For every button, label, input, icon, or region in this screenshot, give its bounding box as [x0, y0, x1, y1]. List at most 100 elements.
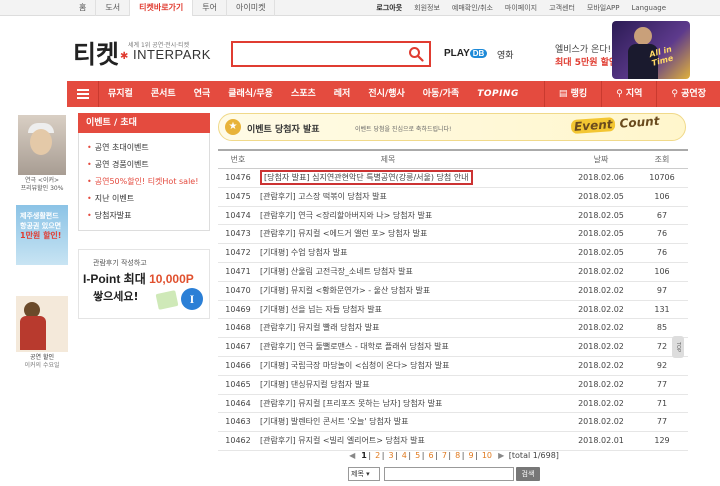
row-title-link[interactable]: [관람후기] 뮤지컬 빨래 당첨자 발표 — [260, 319, 560, 338]
table-row[interactable]: 10471 [기대평] 산울림 고전극장_소네트 당첨자 발표 2018.02.… — [218, 263, 688, 282]
row-title-link[interactable]: [관람후기] 고스장 떡볶이 당첨자 발표 — [260, 188, 560, 207]
nav-classic-dance[interactable]: 클래식/무용 — [219, 81, 282, 107]
nav-leisure[interactable]: 레저 — [325, 81, 360, 107]
page-link[interactable]: 2 — [375, 451, 380, 460]
member-info-link[interactable]: 회원정보 — [408, 0, 446, 16]
search-icon[interactable] — [408, 46, 424, 62]
row-title-link[interactable]: [기대평] 국립극장 마당놀이 <심청이 온다> 당첨자 발표 — [260, 357, 560, 376]
event-menu-item-hot[interactable]: • 공연50%할인! 티켓Hot sale! — [87, 173, 201, 190]
board-search-input[interactable] — [384, 467, 514, 481]
language-select[interactable]: Language — [625, 0, 672, 16]
table-row[interactable]: 10469 [기대평] 선을 넘는 자들 당첨자 발표 2018.02.02 1… — [218, 301, 688, 320]
row-title-link[interactable]: [관람후기] 연극 둘뻘로맨스 - 대학로 플래쉬 당첨자 발표 — [260, 338, 560, 357]
nav-ranking[interactable]: ▤ 랭킹 — [543, 81, 601, 107]
ticket-logo[interactable]: 티켓 — [73, 35, 119, 71]
table-row[interactable]: 10467 [관람후기] 연극 둘뻘로맨스 - 대학로 플래쉬 당첨자 발표 2… — [218, 338, 688, 357]
table-row[interactable]: 10466 [기대평] 국립극장 마당놀이 <심청이 온다> 당첨자 발표 20… — [218, 357, 688, 376]
row-title-link[interactable]: [기대평] 뮤지컬 <황화문연가> - 울산 당첨자 발표 — [260, 282, 560, 301]
row-title-link[interactable]: [기대평] 산울림 고전극장_소네트 당첨자 발표 — [260, 263, 560, 282]
table-row[interactable]: 10462 [관람후기] 뮤지컬 <빌리 엘리어트> 당첨자 발표 2018.0… — [218, 432, 688, 451]
jeju-banner[interactable]: 제주생활편드 항공권 있으면 1만원 할인! — [14, 205, 70, 265]
promo-line2: 최대 5만원 할인 — [555, 58, 618, 68]
tab-books[interactable]: 도서 — [96, 0, 131, 16]
table-row[interactable]: 10465 [기대평] 댄싱뮤지컬 당첨자 발표 2018.02.02 77 — [218, 376, 688, 395]
ipoint-banner[interactable]: 관람후기 작성하고 I-Point 최대 10,000P 쌓으세요! I — [78, 249, 210, 319]
ipoint-line2: I-Point 최대 10,000P — [83, 272, 194, 286]
chevron-down-icon: ▾ — [366, 470, 370, 478]
nav-region[interactable]: ⚲ 지역 — [601, 81, 656, 107]
table-row[interactable]: 10473 [관람후기] 뮤지컬 <에드거 앨런 포> 당첨자 발표 2018.… — [218, 225, 688, 245]
logout-link[interactable]: 로그아웃 — [370, 0, 408, 16]
event-menu-item[interactable]: • 공연 초대이벤트 — [87, 139, 201, 156]
event-menu-item[interactable]: • 지난 이벤트 — [87, 190, 201, 207]
play-banner-image — [18, 115, 66, 175]
nav-toping[interactable]: TOPING — [468, 81, 528, 107]
highlighted-title-link: [당첨자 발표] 심지연관현악단 특별공연(강릉/서울) 당첨 안내 — [260, 170, 473, 185]
playdb-link[interactable]: PLAY DB — [444, 48, 488, 59]
interpark-logo[interactable]: ✱ INTERPARK — [120, 47, 211, 62]
table-row[interactable]: 10463 [기대평] 발렌타인 콘서트 '오늘' 당첨자 발표 2018.02… — [218, 413, 688, 433]
table-row[interactable]: 10472 [기대평] 수업 당첨자 발표 2018.02.05 76 — [218, 244, 688, 263]
nav-categories: 뮤지컬 콘서트 연극 클래식/무용 스포츠 레저 전시/행사 아동/가족 TOP… — [99, 81, 528, 107]
nav-venue[interactable]: ⚲ 공연장 — [656, 81, 720, 107]
page-link[interactable]: 1 — [361, 451, 367, 460]
row-title-link[interactable]: [기대평] 수업 당첨자 발표 — [260, 244, 560, 263]
nav-concert[interactable]: 콘서트 — [142, 81, 185, 107]
row-title-link[interactable]: [기대평] 댄싱뮤지컬 당첨자 발표 — [260, 376, 560, 395]
page-link[interactable]: 7 — [442, 451, 447, 460]
row-title-link[interactable]: [기대평] 선을 넘는 자들 당첨자 발표 — [260, 301, 560, 320]
nav-sports[interactable]: 스포츠 — [282, 81, 325, 107]
discount-banner-image — [16, 296, 68, 352]
scroll-top-button[interactable]: TOP — [672, 336, 684, 358]
page-link[interactable]: 10 — [482, 451, 492, 460]
row-title-link[interactable]: [관람후기] 뮤지컬 [프리포즈 못하는 남자] 당첨자 발표 — [260, 395, 560, 414]
table-row[interactable]: 10474 [관람후기] 연극 <장리할아버지와 나> 당첨자 발표 2018.… — [218, 207, 688, 226]
play-banner[interactable]: 연극 <이커> 프리뷰할인 30% — [14, 115, 70, 193]
page-link[interactable]: 6 — [428, 451, 433, 460]
table-row[interactable]: 10468 [관람후기] 뮤지컬 빨래 당첨자 발표 2018.02.02 85 — [218, 319, 688, 339]
movie-link[interactable]: 영화 — [497, 48, 514, 61]
hamburger-menu-icon[interactable] — [67, 81, 99, 107]
promo-text[interactable]: 엘비스가 온다! 최대 5만원 할인 — [555, 44, 617, 70]
page-link[interactable]: 4 — [402, 451, 407, 460]
mobile-app-link[interactable]: 모바일APP — [581, 0, 626, 16]
winner-icon: ★ — [225, 119, 241, 135]
table-row[interactable]: 10476 [당첨자 발표] 심지연관현악단 특별공연(강릉/서울) 당첨 안내… — [218, 169, 688, 188]
table-row[interactable]: 10464 [관람후기] 뮤지컬 [프리포즈 못하는 남자] 당첨자 발표 20… — [218, 395, 688, 414]
promo-banner-image[interactable]: All in Time — [612, 21, 690, 79]
bullet-icon: • — [87, 211, 92, 220]
nav-kids-family[interactable]: 아동/가족 — [414, 81, 468, 107]
nav-exhibition[interactable]: 전시/행사 — [359, 81, 413, 107]
tab-tour[interactable]: 투어 — [193, 0, 228, 16]
table-row[interactable]: 10470 [기대평] 뮤지컬 <황화문연가> - 울산 당첨자 발표 2018… — [218, 282, 688, 301]
row-title-link[interactable]: [관람후기] 뮤지컬 <빌리 엘리어트> 당첨자 발표 — [260, 432, 560, 451]
row-title-link[interactable]: [관람후기] 뮤지컬 <에드거 앨런 포> 당첨자 발표 — [260, 225, 560, 244]
main-nav: 뮤지컬 콘서트 연극 클래식/무용 스포츠 레저 전시/행사 아동/가족 TOP… — [67, 81, 720, 107]
event-menu-item[interactable]: • 공연 경품이벤트 — [87, 156, 201, 173]
page-link[interactable]: 5 — [415, 451, 420, 460]
first-page-icon[interactable]: ◀ — [349, 451, 355, 460]
search-input[interactable] — [231, 41, 431, 67]
page-link[interactable]: 8 — [455, 451, 460, 460]
tab-home[interactable]: 홈 — [70, 0, 97, 16]
row-title-link[interactable]: [기대평] 발렌타인 콘서트 '오늘' 당첨자 발표 — [260, 413, 560, 432]
event-menu: • 공연 초대이벤트 • 공연 경품이벤트 • 공연50%할인! 티켓Hot sale… — [78, 133, 210, 231]
nav-musical[interactable]: 뮤지컬 — [99, 81, 142, 107]
tab-imarket[interactable]: 아이미켓 — [227, 0, 276, 16]
customer-center-link[interactable]: 고객센터 — [543, 0, 581, 16]
event-menu-item[interactable]: • 당첨자발표 — [87, 207, 201, 224]
promo-line1: 엘비스가 온다! — [555, 45, 612, 55]
table-row[interactable]: 10475 [관람후기] 고스장 떡볶이 당첨자 발표 2018.02.05 1… — [218, 188, 688, 207]
booking-check-link[interactable]: 예매확인/취소 — [446, 0, 499, 16]
next-page-icon[interactable]: ▶ — [498, 451, 504, 460]
ranking-icon: ▤ — [558, 89, 568, 99]
nav-play[interactable]: 연극 — [185, 81, 220, 107]
search-button[interactable]: 검색 — [516, 467, 540, 481]
mypage-link[interactable]: 마이페이지 — [499, 0, 543, 16]
tab-ticket[interactable]: 티켓바로가기 — [130, 0, 194, 16]
discount-banner[interactable]: 공연 할인 이커의 수요일 — [14, 296, 70, 370]
search-field-select[interactable]: 제목 ▾ — [348, 467, 380, 481]
page-link[interactable]: 9 — [469, 451, 474, 460]
row-title-link[interactable]: [관람후기] 연극 <장리할아버지와 나> 당첨자 발표 — [260, 207, 560, 226]
page-link[interactable]: 3 — [388, 451, 393, 460]
